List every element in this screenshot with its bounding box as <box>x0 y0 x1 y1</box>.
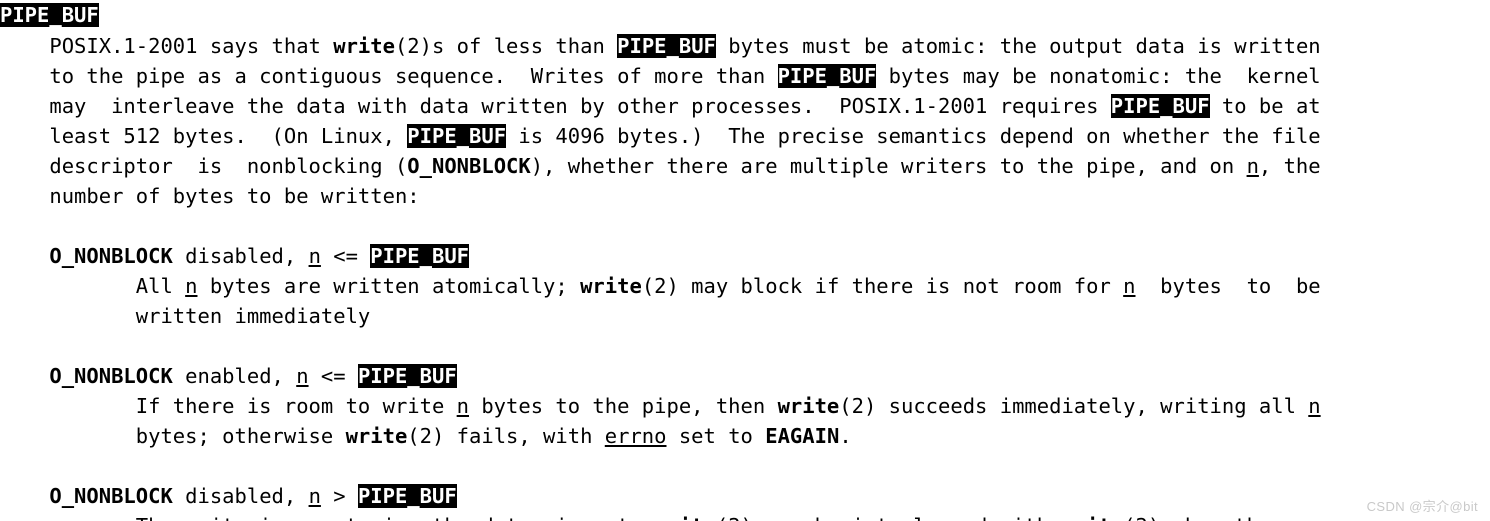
plain-text: . <box>839 424 852 448</box>
plain-text: <= <box>320 244 371 268</box>
highlighted-search-match: PIPE_BUF <box>777 64 877 88</box>
bold-term: write <box>654 514 716 521</box>
plain-text: is 4096 bytes.) The precise semantics de… <box>506 124 1321 148</box>
underlined-term: n <box>1308 394 1321 418</box>
plain-text: bytes may be nonatomic: the kernel <box>876 64 1321 88</box>
plain-text: disabled, <box>172 244 309 268</box>
plain-text: descriptor is nonblocking ( <box>0 154 408 178</box>
man-page-line: descriptor is nonblocking (O_NONBLOCK), … <box>0 151 1490 181</box>
man-page-line: number of bytes to be written: <box>0 181 1490 211</box>
plain-text: bytes to be <box>1135 274 1321 298</box>
plain-text: bytes must be atomic: the output data is… <box>715 34 1321 58</box>
man-page-line: written immediately <box>0 301 1490 331</box>
plain-text: (2) succeeds immediately, writing all <box>839 394 1309 418</box>
underlined-term: n <box>185 274 198 298</box>
man-page-line: O_NONBLOCK disabled, n <= PIPE_BUF <box>0 241 1490 271</box>
man-page-line: O_NONBLOCK enabled, n <= PIPE_BUF <box>0 361 1490 391</box>
plain-text: enabled, <box>172 364 297 388</box>
bold-term: EAGAIN <box>765 424 840 448</box>
underlined-term: errno <box>604 424 667 448</box>
plain-text: set to <box>666 424 766 448</box>
plain-text: POSIX.1-2001 says that <box>0 34 334 58</box>
plain-text: <= <box>308 364 358 388</box>
man-page-line <box>0 451 1490 481</box>
plain-text: > <box>320 484 358 508</box>
highlighted-search-match: PIPE_BUF <box>1110 94 1210 118</box>
plain-text: The write is nonatomic: the data given t… <box>0 514 654 521</box>
man-page-line: All n bytes are written atomically; writ… <box>0 271 1490 301</box>
csdn-watermark: CSDN @宗介@bit <box>1366 499 1478 514</box>
man-page-line: POSIX.1-2001 says that write(2)s of less… <box>0 31 1490 61</box>
plain-text: written immediately <box>0 304 371 328</box>
plain-text: disabled, <box>172 484 309 508</box>
underlined-term: n <box>1246 154 1259 178</box>
man-page-line: bytes; otherwise write(2) fails, with er… <box>0 421 1490 451</box>
underlined-term: n <box>308 244 321 268</box>
man-page-text-body: PIPE_BUF POSIX.1-2001 says that write(2)… <box>0 0 1490 521</box>
plain-text: bytes to the pipe, then <box>469 394 778 418</box>
plain-text: number of bytes to be written: <box>0 184 420 208</box>
plain-text <box>0 484 49 508</box>
plain-text: If there is room to write <box>0 394 457 418</box>
underlined-term: n <box>1123 274 1136 298</box>
bold-term: write <box>580 274 642 298</box>
bold-term: O_NONBLOCK <box>407 154 531 178</box>
plain-text: , the <box>1258 154 1321 178</box>
plain-text: (2) may block if there is not room for <box>641 274 1124 298</box>
underlined-term: n <box>296 364 309 388</box>
man-page-line: may interleave the data with data writte… <box>0 91 1490 121</box>
man-page-line <box>0 331 1490 361</box>
plain-text: (2)s of less than <box>394 34 618 58</box>
plain-text <box>0 244 49 268</box>
bold-term: O_NONBLOCK <box>49 244 173 268</box>
plain-text: to be at <box>1209 94 1321 118</box>
highlighted-search-match: PIPE_BUF <box>617 34 716 58</box>
man-page-line: PIPE_BUF <box>0 0 1490 31</box>
plain-text: bytes are written atomically; <box>197 274 581 298</box>
man-page-line: to the pipe as a contiguous sequence. Wr… <box>0 61 1490 91</box>
bold-term: write <box>333 34 395 58</box>
bold-term: O_NONBLOCK <box>49 364 173 388</box>
underlined-term: n <box>456 394 469 418</box>
plain-text: All <box>0 274 186 298</box>
bold-term: O_NONBLOCK <box>49 484 173 508</box>
plain-text: (2) fails, with <box>407 424 605 448</box>
bold-term: write <box>345 424 408 448</box>
man-page-line: The write is nonatomic: the data given t… <box>0 511 1490 521</box>
plain-text: may interleave the data with data writte… <box>0 94 1111 118</box>
plain-text: ), whether there are multiple writers to… <box>530 154 1247 178</box>
bold-term: write <box>777 394 840 418</box>
highlighted-search-match: PIPE_BUF <box>407 124 507 148</box>
highlighted-search-match: PIPE_BUF <box>370 244 470 268</box>
man-page-line: O_NONBLOCK disabled, n > PIPE_BUF <box>0 481 1490 511</box>
man-page-line <box>0 211 1490 241</box>
highlighted-search-match: PIPE_BUF <box>357 484 457 508</box>
highlighted-search-match: PIPE_BUF <box>357 364 457 388</box>
plain-text: (2)s by other <box>1123 514 1283 521</box>
man-page-line: least 512 bytes. (On Linux, PIPE_BUF is … <box>0 121 1490 151</box>
plain-text: least 512 bytes. (On Linux, <box>0 124 408 148</box>
bold-term: write <box>1061 514 1123 521</box>
highlighted-search-match: PIPE_BUF <box>0 3 99 27</box>
man-page-terminal-view[interactable]: PIPE_BUF POSIX.1-2001 says that write(2)… <box>0 0 1490 521</box>
plain-text: to the pipe as a contiguous sequence. Wr… <box>0 64 778 88</box>
underlined-term: n <box>308 484 321 508</box>
plain-text: bytes; otherwise <box>0 424 346 448</box>
plain-text <box>0 364 49 388</box>
plain-text: (2) may be interleaved with <box>716 514 1062 521</box>
man-page-line: If there is room to write n bytes to the… <box>0 391 1490 421</box>
